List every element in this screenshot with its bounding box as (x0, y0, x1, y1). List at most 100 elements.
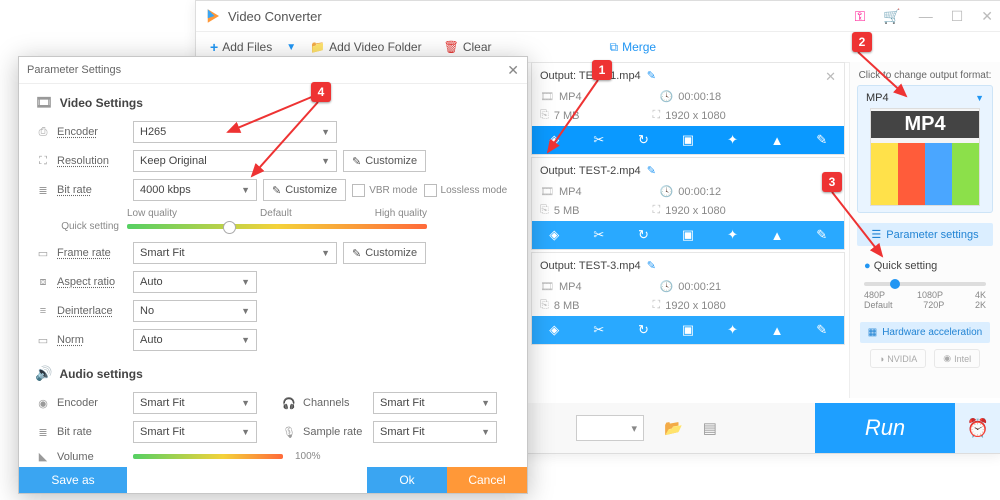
dims-icon: ⛶ (653, 109, 661, 122)
quality-high-label: High quality (375, 208, 427, 219)
pencil-icon[interactable]: ✎ (647, 69, 656, 82)
res-label: Default (864, 300, 893, 310)
channels-value: Smart Fit (380, 397, 425, 409)
hardware-acceleration-button[interactable]: ▦Hardware acceleration (860, 322, 990, 343)
samplerate-select[interactable]: Smart Fit▼ (373, 421, 497, 443)
nvidia-button[interactable]: ◑NVIDIA (870, 349, 926, 368)
plus-icon: + (210, 39, 218, 55)
customize-bitrate-button[interactable]: ✎Customize (263, 179, 346, 201)
crop-icon[interactable]: ▣ (681, 323, 695, 337)
aspect-value: Auto (140, 276, 163, 288)
gpu-row: ◑NVIDIA ◉Intel (850, 349, 1000, 368)
size-value: 5 MB (554, 205, 580, 217)
alarm-button[interactable]: ⏰ (955, 403, 1000, 453)
video-encoder-select[interactable]: H265▼ (133, 121, 337, 143)
rotate-icon[interactable]: ↻ (636, 133, 650, 147)
clear-button[interactable]: 🗑Clear (436, 38, 500, 56)
rotate-icon[interactable]: ↻ (636, 323, 650, 337)
crop-icon[interactable]: ▣ (681, 228, 695, 242)
chevron-down-icon: ▼ (321, 156, 330, 166)
bitrate-value: 4000 kbps (140, 184, 191, 196)
output-path-dropdown[interactable]: ▾ (576, 415, 644, 441)
trim-icon[interactable]: ✂ (592, 228, 606, 242)
output-format-box[interactable]: MP4▼ MP4 (857, 85, 993, 213)
slider-knob[interactable] (890, 279, 900, 289)
resolution-value: Keep Original (140, 155, 207, 167)
watermark-icon[interactable]: ▲ (770, 228, 784, 242)
quick-setting-slider[interactable] (864, 282, 986, 286)
trim-icon[interactable]: ✂ (592, 323, 606, 337)
bitrate-quality-slider[interactable] (127, 224, 427, 229)
save-as-button[interactable]: Save as (19, 467, 127, 493)
audio-encoder-value: Smart Fit (140, 397, 185, 409)
parameter-settings-button[interactable]: ☰Parameter settings (857, 223, 993, 246)
merge-button[interactable]: ⧉Merge (602, 38, 665, 57)
close-icon[interactable]: ✕ (981, 8, 993, 25)
cancel-button[interactable]: Cancel (447, 467, 527, 493)
format-thumbnail: MP4 (870, 108, 980, 206)
run-button[interactable]: Run (815, 403, 955, 453)
cart-icon[interactable]: 🛒 (883, 8, 900, 25)
bitrate-icon: ≣ (35, 184, 51, 197)
chevron-down-icon[interactable]: ▼ (286, 42, 296, 53)
vbr-mode-checkbox[interactable]: VBR mode (352, 184, 417, 197)
open-folder-icon[interactable]: 📂 (664, 419, 683, 437)
encoder-icon: ⎙ (35, 126, 51, 139)
rotate-icon[interactable]: ↻ (636, 228, 650, 242)
pencil-icon[interactable]: ✎ (647, 164, 656, 177)
watermark-icon[interactable]: ▲ (770, 133, 784, 147)
trim-icon[interactable]: ✂ (592, 133, 606, 147)
pencil-icon[interactable]: ✎ (647, 259, 656, 272)
deinterlace-select[interactable]: No▼ (133, 300, 257, 322)
dims-icon: ⛶ (653, 299, 661, 312)
intel-button[interactable]: ◉Intel (934, 349, 980, 368)
framerate-select[interactable]: Smart Fit▼ (133, 242, 337, 264)
watermark-icon[interactable]: ▲ (770, 323, 784, 337)
param-tool-icon[interactable]: ◈ (547, 228, 561, 242)
minimize-icon[interactable]: — (919, 8, 933, 24)
channels-select[interactable]: Smart Fit▼ (373, 392, 497, 414)
crop-icon[interactable]: ▣ (681, 133, 695, 147)
subtitle-icon[interactable]: ✎ (815, 133, 829, 147)
effects-icon[interactable]: ✦ (726, 323, 740, 337)
add-files-button[interactable]: +Add Files (202, 37, 280, 57)
norm-select[interactable]: Auto▼ (133, 329, 257, 351)
customize-resolution-button[interactable]: ✎Customize (343, 150, 426, 172)
maximize-icon[interactable]: ☐ (951, 8, 964, 25)
ok-button[interactable]: Ok (367, 467, 447, 493)
deinterlace-label: Deinterlace (57, 305, 127, 317)
param-tool-icon[interactable]: ◈ (547, 133, 561, 147)
volume-slider[interactable] (133, 454, 283, 459)
key-icon[interactable]: ⚿ (855, 8, 866, 25)
dialog-footer: Save as Ok Cancel (19, 467, 527, 493)
add-video-folder-button[interactable]: 📁Add Video Folder (302, 38, 429, 56)
format-value: MP4 (559, 281, 582, 293)
resolution-label: Resolution (57, 155, 127, 167)
dialog-close-icon[interactable]: ✕ (507, 62, 519, 79)
duration-value: 00:00:12 (678, 186, 721, 198)
resolution-select[interactable]: Keep Original ▼ (133, 150, 337, 172)
gpu-label: NVIDIA (887, 354, 917, 364)
audio-encoder-select[interactable]: Smart Fit▼ (133, 392, 257, 414)
speaker-icon: 🔊 (35, 365, 52, 382)
effects-icon[interactable]: ✦ (726, 228, 740, 242)
gpu-label: Intel (954, 354, 971, 364)
framerate-icon: ▭ (35, 247, 51, 260)
aspect-select[interactable]: Auto▼ (133, 271, 257, 293)
quick-setting-label: Quick setting (874, 260, 938, 272)
file-tools: ◈ ✂ ↻ ▣ ✦ ▲ ✎ (532, 221, 844, 249)
customize-framerate-button[interactable]: ✎Customize (343, 242, 426, 264)
subtitle-icon[interactable]: ✎ (815, 228, 829, 242)
effects-icon[interactable]: ✦ (726, 133, 740, 147)
list-icon[interactable]: ▤ (703, 419, 717, 437)
remove-file-icon[interactable]: ✕ (825, 69, 836, 85)
slider-knob[interactable] (223, 221, 236, 234)
param-tool-icon[interactable]: ◈ (547, 323, 561, 337)
chevron-down-icon[interactable]: ▼ (975, 93, 984, 103)
lossless-mode-checkbox[interactable]: Lossless mode (424, 184, 508, 197)
samplerate-icon: 🎙 (281, 426, 297, 439)
audio-bitrate-select[interactable]: Smart Fit▼ (133, 421, 257, 443)
bitrate-select[interactable]: 4000 kbps▼ (133, 179, 257, 201)
subtitle-icon[interactable]: ✎ (815, 323, 829, 337)
hw-label: Hardware acceleration (882, 327, 982, 338)
